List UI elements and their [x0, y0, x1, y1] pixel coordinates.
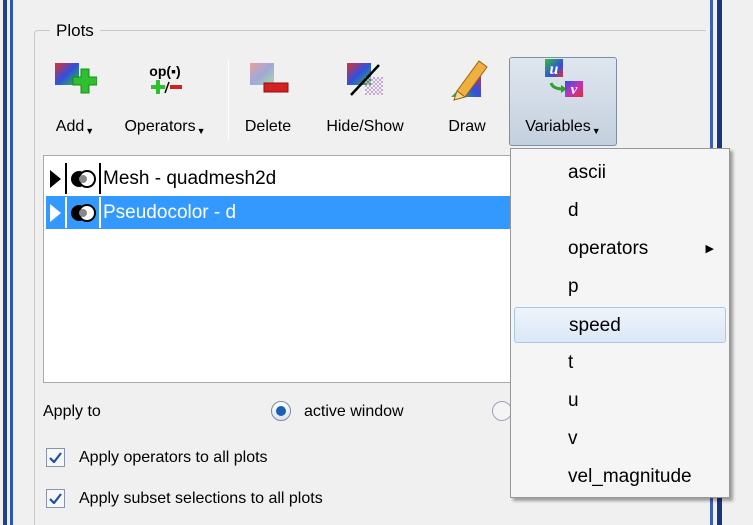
plot-row-mesh[interactable]: Mesh - quadmesh2d	[46, 162, 512, 195]
checkmark-icon	[49, 452, 62, 463]
expand-arrow-icon[interactable]	[50, 169, 61, 188]
radio-selected-dot	[276, 406, 286, 416]
dropdown-arrow-icon: ▼	[196, 126, 206, 136]
submenu-arrow-icon: ▶	[705, 243, 714, 255]
toolbar-separator	[228, 60, 229, 140]
window-left-edge	[0, 0, 16, 525]
variables-icon: u v	[541, 55, 585, 105]
plot-label: Pseudocolor - d	[103, 201, 237, 223]
expand-arrow-icon[interactable]	[50, 203, 61, 222]
pencil-icon	[445, 55, 489, 105]
menu-item-v[interactable]: v	[514, 421, 726, 457]
add-plot-icon	[53, 55, 98, 105]
hide-show-icon	[343, 55, 387, 105]
draw-label: Draw	[448, 118, 486, 135]
active-window-label: active window	[304, 403, 404, 420]
draw-button[interactable]: Draw	[442, 55, 492, 145]
plot-row-pseudocolor[interactable]: Pseudocolor - d	[46, 196, 512, 229]
apply-to-label: Apply to	[43, 403, 101, 420]
add-label: Add	[55, 118, 85, 135]
hide-show-label: Hide/Show	[326, 118, 404, 135]
plot-list[interactable]: Mesh - quadmesh2d Pseudocolor - d	[43, 155, 513, 383]
variables-label: Variables	[525, 118, 591, 135]
delete-plot-icon	[246, 55, 290, 105]
plot-visibility-icon[interactable]	[65, 163, 101, 194]
variables-button[interactable]: u v Variables▼	[512, 55, 614, 145]
plot-visibility-icon[interactable]	[65, 197, 101, 228]
menu-item-operators[interactable]: operators ▶	[514, 231, 726, 267]
svg-text:v: v	[571, 82, 578, 98]
menu-item-u[interactable]: u	[514, 383, 726, 419]
checkmark-icon	[49, 493, 62, 504]
menu-item-operators-label: operators	[568, 238, 649, 259]
operators-button[interactable]: op(▪) Operators▼	[115, 55, 215, 145]
operators-icon-text: op(▪)	[149, 63, 180, 79]
delete-label: Delete	[244, 118, 292, 135]
menu-item-speed[interactable]: speed	[514, 307, 726, 343]
menu-item-vel-magnitude[interactable]: vel_magnitude	[514, 459, 726, 495]
apply-operators-label: Apply operators to all plots	[79, 449, 268, 466]
menu-item-t[interactable]: t	[514, 345, 726, 381]
window-border-inner	[10, 0, 13, 525]
operators-icon: op(▪)	[143, 55, 187, 105]
dropdown-arrow-icon: ▼	[85, 126, 95, 136]
variables-menu: ascii d operators ▶ p speed t u v vel_ma…	[510, 148, 730, 498]
plots-group-title: Plots	[50, 21, 100, 41]
menu-item-ascii[interactable]: ascii	[514, 155, 726, 191]
plot-label: Mesh - quadmesh2d	[103, 167, 277, 189]
other-window-radio[interactable]	[492, 401, 512, 421]
svg-text:u: u	[550, 61, 559, 78]
add-button[interactable]: Add▼	[50, 55, 100, 145]
apply-subset-label: Apply subset selections to all plots	[79, 490, 323, 507]
window-border	[3, 0, 7, 525]
menu-item-d[interactable]: d	[514, 193, 726, 229]
menu-item-p[interactable]: p	[514, 269, 726, 305]
hide-show-button[interactable]: Hide/Show	[320, 55, 410, 145]
dropdown-arrow-icon: ▼	[591, 126, 601, 136]
apply-operators-checkbox[interactable]	[46, 448, 65, 467]
active-window-radio[interactable]	[271, 401, 291, 421]
apply-subset-checkbox[interactable]	[46, 489, 65, 508]
delete-button[interactable]: Delete	[238, 55, 298, 145]
operators-label: Operators	[124, 118, 196, 135]
